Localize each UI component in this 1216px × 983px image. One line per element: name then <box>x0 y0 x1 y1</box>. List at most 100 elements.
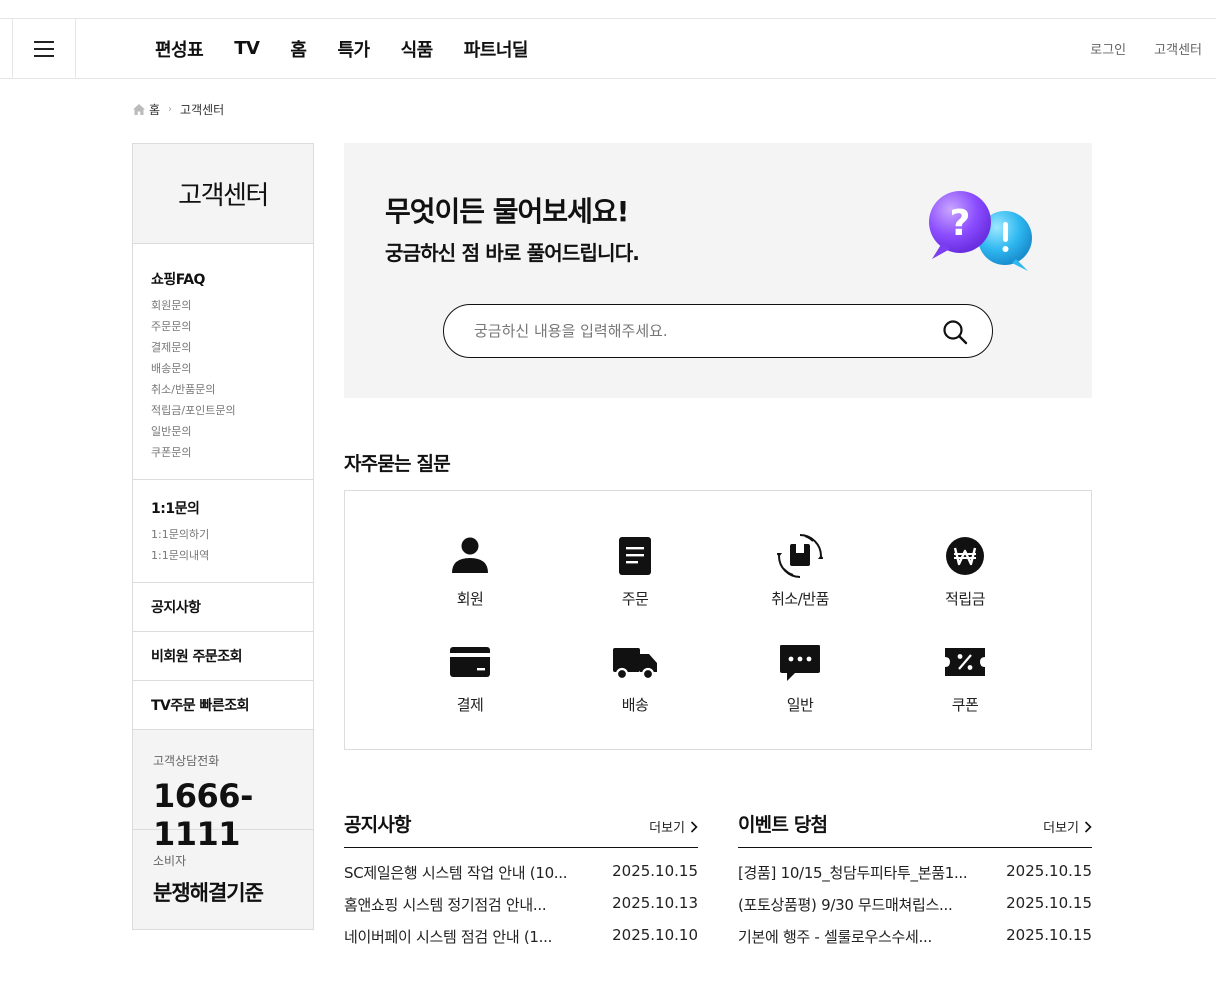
sidebar-group-inquiry: 1:1문의 1:1문의하기 1:1문의내역 <box>133 480 313 583</box>
list-item-date: 2025.10.15 <box>1006 894 1092 912</box>
sidebar-item-guest-order[interactable]: 비회원 주문조회 <box>133 632 313 681</box>
faq-section-title: 자주묻는 질문 <box>344 453 451 475</box>
login-link[interactable]: 로그인 <box>1090 39 1126 58</box>
faq-category-label: 주문 <box>621 590 649 608</box>
faq-category-label: 결제 <box>456 696 484 714</box>
svg-text:?: ? <box>950 203 971 244</box>
nav-schedule[interactable]: 편성표 <box>155 36 204 62</box>
breadcrumb: 홈 › 고객센터 <box>133 101 224 118</box>
nav-food[interactable]: 식품 <box>401 36 434 62</box>
faq-category-label: 쿠폰 <box>951 696 979 714</box>
event-more-button[interactable]: 더보기 <box>1043 817 1092 836</box>
dispute-standard-title: 분쟁해결기준 <box>153 881 264 905</box>
list-item[interactable]: (포토상품평) 9/30 무드매쳐립스... 2025.10.15 <box>738 894 1092 926</box>
faq-category-payment[interactable]: 결제 <box>410 639 530 719</box>
nav-partner-deal[interactable]: 파트너딜 <box>464 36 529 62</box>
list-item-date: 2025.10.15 <box>612 862 698 880</box>
faq-category-label: 적립금 <box>945 590 985 608</box>
list-item-title: 네이버페이 시스템 점검 안내 (1... <box>344 928 553 946</box>
sidebar-group-title[interactable]: 쇼핑FAQ <box>151 269 295 289</box>
sidebar-item-general[interactable]: 일반문의 <box>151 421 295 442</box>
sidebar-group-faq: 쇼핑FAQ 회원문의 주문문의 결제문의 배송문의 취소/반품문의 적립금/포인… <box>133 244 313 480</box>
hero-subtitle: 궁금하신 점 바로 풀어드립니다. <box>385 241 640 265</box>
hero-title: 무엇이든 물어보세요! <box>385 195 629 228</box>
list-item[interactable]: SC제일은행 시스템 작업 안내 (10... 2025.10.15 <box>344 862 698 894</box>
search-input[interactable] <box>474 319 924 343</box>
sidebar-item-points[interactable]: 적립금/포인트문의 <box>151 400 295 421</box>
person-icon <box>452 537 488 573</box>
chevron-right-icon <box>1084 820 1092 833</box>
faq-category-member[interactable]: 회원 <box>410 533 530 613</box>
faq-category-delivery[interactable]: 배송 <box>575 639 695 719</box>
faq-category-coupon[interactable]: 쿠폰 <box>905 639 1025 719</box>
list-item-date: 2025.10.15 <box>1006 926 1092 944</box>
nav-home[interactable]: 홈 <box>290 36 307 62</box>
home-icon <box>133 104 145 115</box>
list-item[interactable]: 홈앤쇼핑 시스템 정기점검 안내... 2025.10.13 <box>344 894 698 926</box>
nav-special[interactable]: 특가 <box>337 36 370 62</box>
sidebar-item-coupon[interactable]: 쿠폰문의 <box>151 442 295 463</box>
notice-board: 공지사항 더보기 SC제일은행 시스템 작업 안내 (10... 2025.10.… <box>344 808 698 958</box>
sidebar-item-delivery[interactable]: 배송문의 <box>151 358 295 379</box>
sidebar-item-tv-order[interactable]: TV주문 빠른조회 <box>133 681 313 730</box>
faq-category-cancel-return[interactable]: 취소/반품 <box>740 533 860 613</box>
list-item-title: (포토상품평) 9/30 무드매쳐립스... <box>738 896 953 914</box>
document-icon <box>619 537 651 575</box>
dispute-standard-label: 소비자 <box>153 854 187 868</box>
site-header: 편성표 TV 홈 특가 식품 파트너딜 로그인 고객센터 <box>0 19 1216 79</box>
sidebar-group-title[interactable]: 1:1문의 <box>151 498 295 518</box>
return-box-icon <box>777 534 823 578</box>
faq-category-grid: 회원 주문 취소/반품 적립금 결제 배송 일반 쿠폰 <box>344 490 1092 750</box>
more-label: 더보기 <box>1043 821 1079 836</box>
faq-category-label: 배송 <box>621 696 649 714</box>
call-center-box: 고객상담전화 1666-1111 <box>133 730 313 853</box>
won-coin-icon <box>946 537 984 575</box>
sidebar-item-inquiry-write[interactable]: 1:1문의하기 <box>151 524 295 545</box>
faq-category-label: 취소/반품 <box>771 590 829 608</box>
coupon-icon <box>945 648 985 676</box>
faq-category-label: 일반 <box>786 696 814 714</box>
call-center-label: 고객상담전화 <box>153 754 220 768</box>
notice-title: 공지사항 <box>344 814 412 836</box>
card-icon <box>450 647 490 677</box>
sidebar-title: 고객센터 <box>133 144 313 244</box>
list-item-date: 2025.10.15 <box>1006 862 1092 880</box>
sidebar-item-order[interactable]: 주문문의 <box>151 316 295 337</box>
sidebar: 고객센터 쇼핑FAQ 회원문의 주문문의 결제문의 배송문의 취소/반품문의 적… <box>132 143 314 930</box>
sidebar-item-payment[interactable]: 결제문의 <box>151 337 295 358</box>
notice-more-button[interactable]: 더보기 <box>649 817 698 836</box>
faq-category-points[interactable]: 적립금 <box>905 533 1025 613</box>
main-nav: 편성표 TV 홈 특가 식품 파트너딜 <box>155 19 559 78</box>
nav-tv[interactable]: TV <box>234 38 260 59</box>
list-item-date: 2025.10.10 <box>612 926 698 944</box>
search-bar <box>443 304 993 358</box>
customer-center-link[interactable]: 고객센터 <box>1154 39 1202 58</box>
list-item-date: 2025.10.13 <box>612 894 698 912</box>
faq-category-order[interactable]: 주문 <box>575 533 695 613</box>
faq-category-label: 회원 <box>456 590 484 608</box>
chevron-right-icon <box>690 820 698 833</box>
sidebar-item-member[interactable]: 회원문의 <box>151 295 295 316</box>
hamburger-icon <box>34 40 54 57</box>
list-item-title: 기본에 행주 - 셀룰로우스수세... <box>738 928 932 946</box>
list-item[interactable]: 기본에 행주 - 셀룰로우스수세... 2025.10.15 <box>738 926 1092 958</box>
faq-category-general[interactable]: 일반 <box>740 639 860 719</box>
event-title: 이벤트 당첨 <box>738 814 828 836</box>
hamburger-menu-button[interactable] <box>12 19 76 78</box>
truck-icon <box>613 648 657 681</box>
search-hero: 무엇이든 물어보세요! 궁금하신 점 바로 풀어드립니다. ? <box>344 143 1092 398</box>
list-item-title: 홈앤쇼핑 시스템 정기점검 안내... <box>344 896 547 914</box>
sidebar-item-notice[interactable]: 공지사항 <box>133 583 313 632</box>
sidebar-item-inquiry-history[interactable]: 1:1문의내역 <box>151 545 295 566</box>
list-item[interactable]: 네이버페이 시스템 점검 안내 (1... 2025.10.10 <box>344 926 698 958</box>
sidebar-item-cancel-return[interactable]: 취소/반품문의 <box>151 379 295 400</box>
list-item-title: [경품] 10/15_청담두피타투_본품1... <box>738 864 968 882</box>
search-icon[interactable] <box>942 319 968 345</box>
breadcrumb-home[interactable]: 홈 <box>149 101 160 118</box>
util-links: 로그인 고객센터 <box>1062 19 1202 78</box>
question-chat-bubbles-icon: ? <box>929 191 1032 271</box>
chat-bubble-icon <box>780 645 820 681</box>
chevron-right-icon: › <box>168 104 173 115</box>
list-item[interactable]: [경품] 10/15_청담두피타투_본품1... 2025.10.15 <box>738 862 1092 894</box>
more-label: 더보기 <box>649 821 685 836</box>
